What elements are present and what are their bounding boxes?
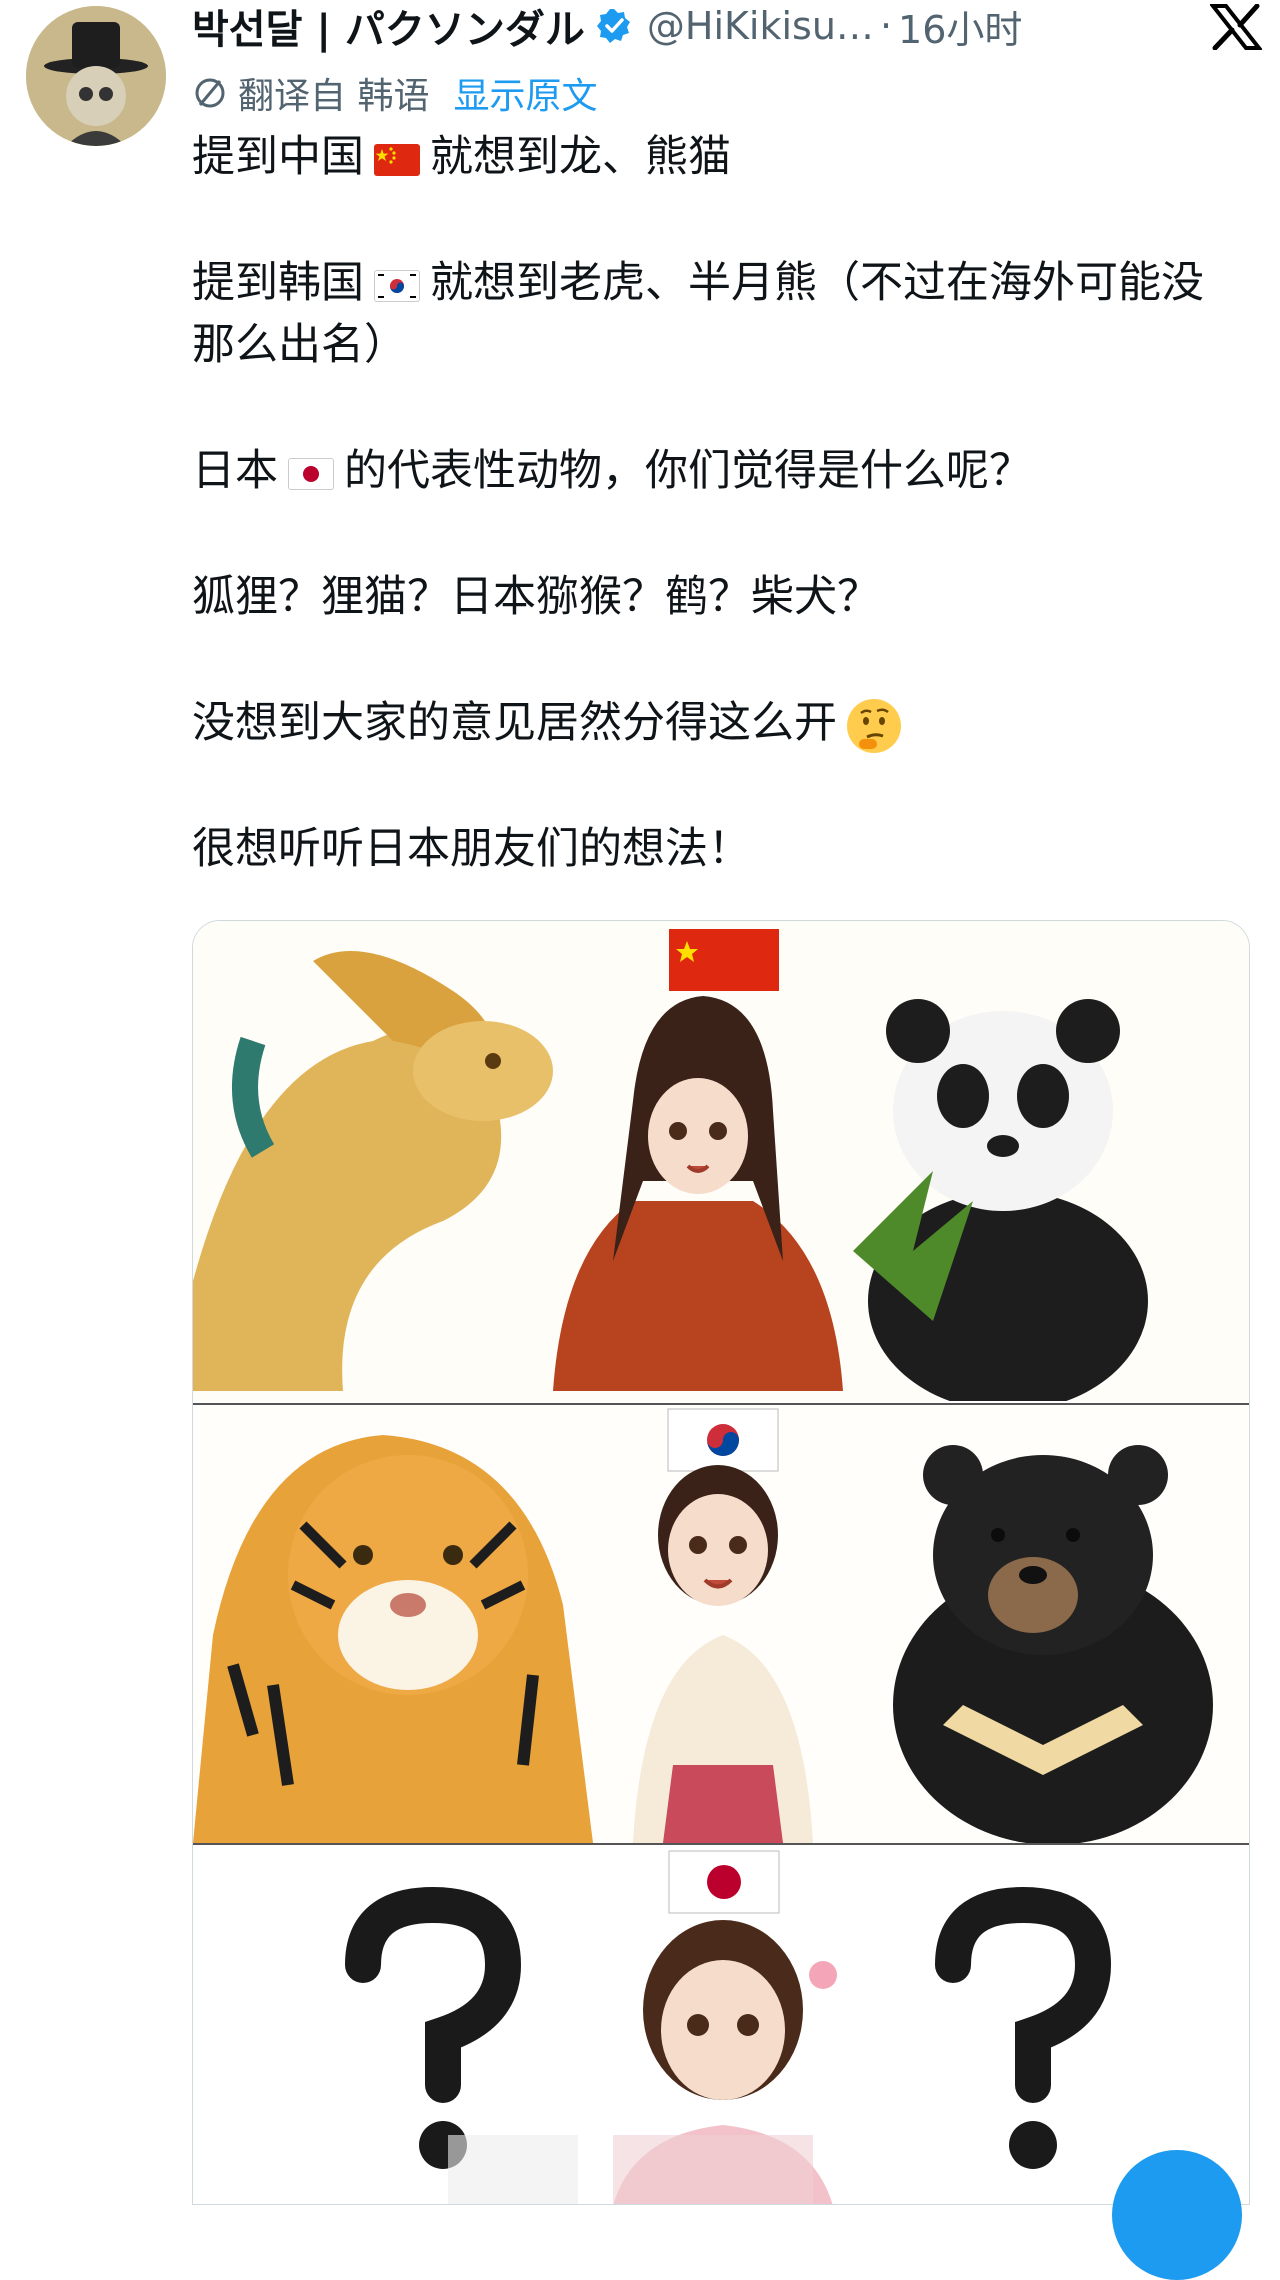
p2-text-a: 提到韩国	[192, 258, 364, 308]
show-original-link[interactable]: 显示原文	[453, 67, 597, 119]
paragraph-3: 日本 的代表性动物，你们觉得是什么呢？	[192, 440, 1232, 502]
compose-fab[interactable]	[1112, 2150, 1242, 2280]
display-name[interactable]: 박선달 | パクソンダル	[192, 0, 585, 55]
thinking-face-emoji	[847, 698, 901, 753]
verified-badge-icon	[595, 7, 633, 45]
translation-note: 翻译自 韩语	[238, 76, 430, 117]
paragraph-5: 没想到大家的意见居然分得这么开	[192, 692, 1232, 754]
post-image[interactable]	[192, 920, 1250, 2205]
p6-text: 很想听听日本朋友们的想法！	[192, 824, 751, 874]
avatar[interactable]	[26, 6, 166, 146]
post-timestamp[interactable]: 16小时	[898, 0, 1022, 54]
p1-text-b: 就想到龙、熊猫	[430, 132, 731, 182]
post-text: 提到中国 就想到龙、熊猫 提到韩国 就想到老虎、半月熊（不过在海外可能没那么出名…	[192, 126, 1232, 944]
user-handle[interactable]: @HiKikisu…	[647, 4, 874, 48]
separator-dot: ·	[879, 4, 893, 48]
p1-text-a: 提到中国	[192, 132, 364, 182]
p3-text-a: 日本	[192, 446, 278, 496]
translation-bar: 翻译自 韩语 显示原文	[192, 68, 597, 118]
image-panel-china	[193, 921, 1249, 1401]
japan-flag	[288, 457, 334, 490]
paragraph-1: 提到中国 就想到龙、熊猫	[192, 126, 1232, 188]
china-flag	[374, 143, 420, 176]
post-header: 박선달 | パクソンダル @HiKikisu… · 16小时	[192, 0, 1022, 55]
p5-text: 没想到大家的意见居然分得这么开	[192, 698, 837, 748]
image-panel-korea	[193, 1403, 1249, 1843]
paragraph-2: 提到韩国 就想到老虎、半月熊（不过在海外可能没那么出名）	[192, 252, 1232, 376]
x-logo-icon[interactable]	[1208, 3, 1264, 51]
p4-text: 狐狸？狸猫？日本猕猴？鹤？柴犬？	[192, 572, 880, 622]
korea-flag	[374, 269, 420, 302]
paragraph-4: 狐狸？狸猫？日本猕猴？鹤？柴犬？	[192, 566, 1232, 628]
paragraph-6: 很想听听日本朋友们的想法！	[192, 818, 1232, 880]
image-panel-japan	[193, 1843, 1249, 2204]
p3-text-b: 的代表性动物，你们觉得是什么呢？	[344, 446, 1032, 496]
translate-icon	[192, 75, 228, 111]
